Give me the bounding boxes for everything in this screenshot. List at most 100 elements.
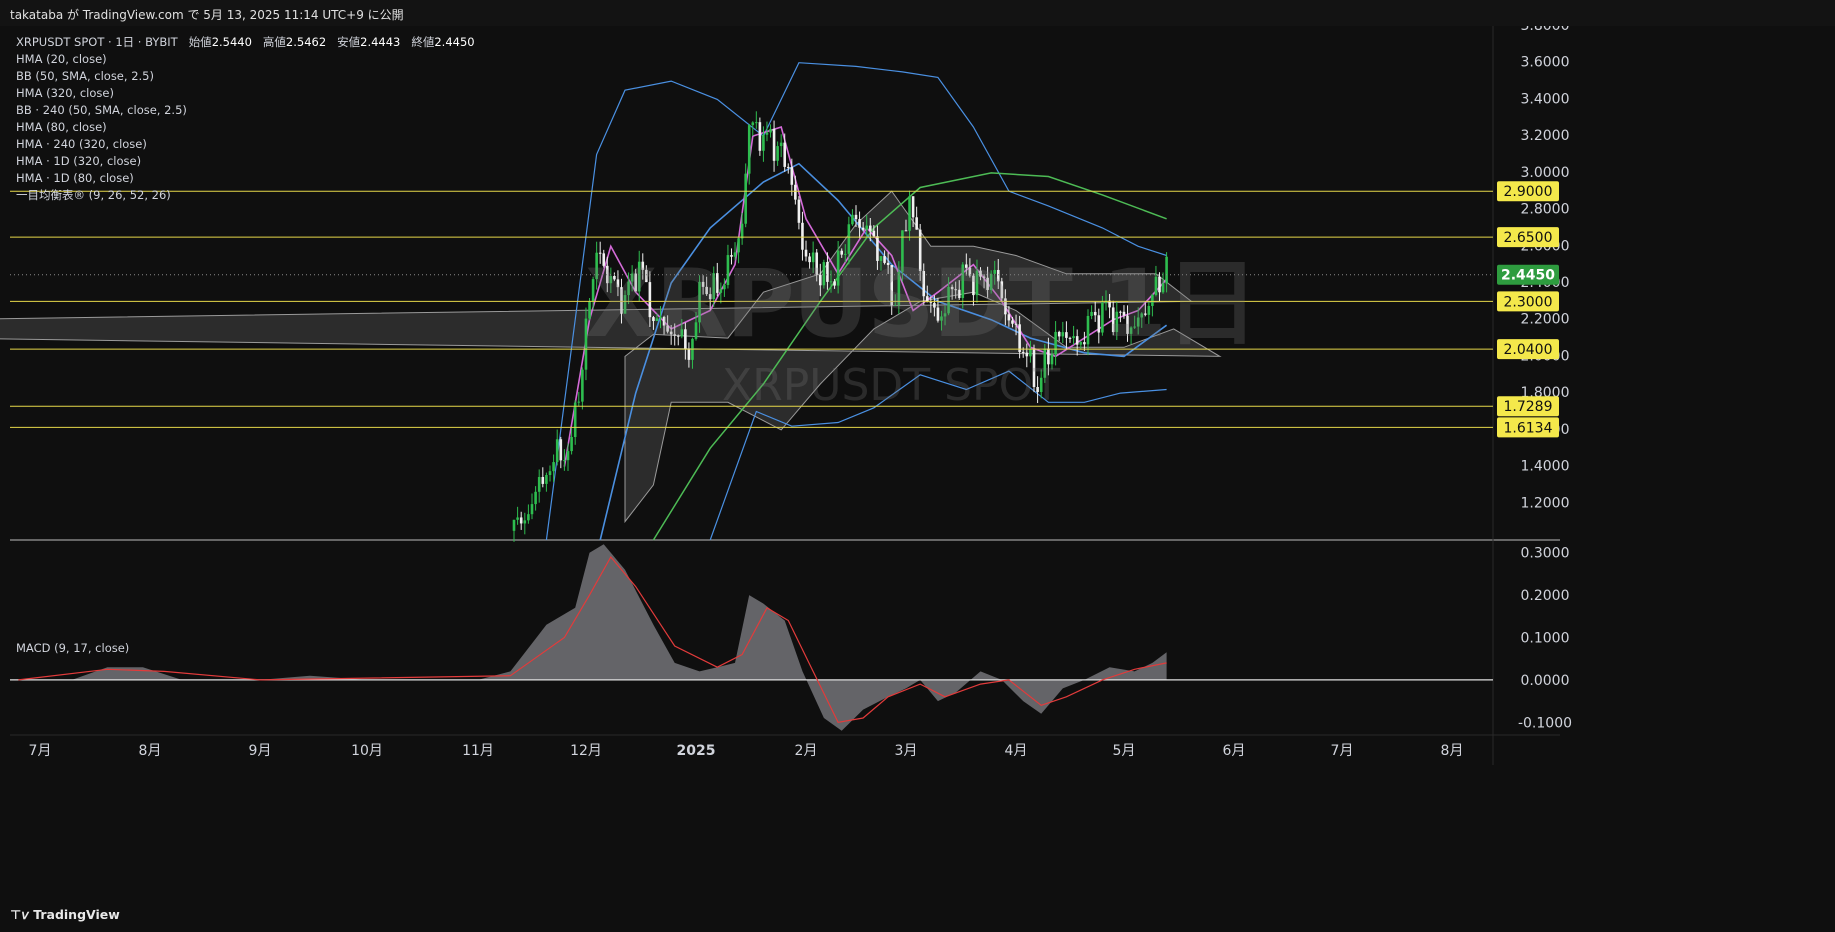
candle-body — [772, 128, 776, 161]
candle-body — [858, 219, 861, 228]
candle-body — [555, 439, 559, 463]
tradingview-logo-icon: ⊤𝘷 — [10, 907, 34, 922]
candle-body — [566, 451, 570, 461]
candle-body — [527, 514, 530, 521]
time-tick-label: 2025 — [677, 743, 716, 759]
candle-body — [790, 167, 794, 185]
candle-body — [794, 184, 797, 200]
macd-tick-label: 0.0000 — [1521, 673, 1570, 689]
legend-close-value: 2.4450 — [434, 35, 475, 49]
price-tick-label: 3.6000 — [1521, 55, 1570, 71]
current-price-label: 2.4450 — [1501, 268, 1555, 284]
price-tick-label: 1.2000 — [1521, 495, 1570, 511]
tradingview-brand: TradingView — [33, 907, 120, 922]
price-tick-label: 3.0000 — [1521, 165, 1570, 181]
candle-body — [570, 437, 573, 452]
candle-body — [797, 199, 801, 223]
macd-tick-label: 0.3000 — [1521, 546, 1570, 562]
candle-body — [573, 402, 577, 438]
symbol-watermark: XRPUSDT 1日 — [585, 250, 1259, 359]
macd-tick-label: -0.1000 — [1518, 715, 1572, 731]
candle-body — [559, 439, 563, 461]
candle-body — [516, 517, 519, 520]
time-tick-label: 7月 — [1331, 743, 1354, 759]
time-tick-label: 3月 — [895, 743, 918, 759]
indicator-bb-240[interactable]: BB · 240 (50, SMA, close, 2.5) — [16, 102, 475, 119]
price-tick-label: 2.8000 — [1521, 202, 1570, 218]
price-tick-label: 1.4000 — [1521, 459, 1570, 475]
candle-body — [911, 196, 915, 218]
time-tick-label: 9月 — [249, 743, 272, 759]
candle-body — [537, 477, 541, 492]
price-tick-label: 3.4000 — [1521, 91, 1570, 107]
time-tick-label: 8月 — [139, 743, 162, 759]
indicator-bb[interactable]: BB (50, SMA, close, 2.5) — [16, 68, 475, 85]
level-label: 1.7289 — [1504, 399, 1553, 415]
legend-low-value: 2.4443 — [360, 35, 401, 49]
candle-body — [762, 134, 765, 151]
level-label: 2.6500 — [1504, 230, 1553, 246]
candle-body — [908, 196, 911, 231]
indicator-hma320[interactable]: HMA (320, close) — [16, 85, 475, 102]
footer: ⊤𝘷 TradingView — [0, 898, 1835, 932]
candle-body — [779, 142, 783, 147]
indicator-hma-1d-80[interactable]: HMA · 1D (80, close) — [16, 170, 475, 187]
indicator-hma80[interactable]: HMA (80, close) — [16, 119, 475, 136]
candle-body — [512, 519, 516, 531]
candle-body — [577, 401, 581, 403]
chart-legend: XRPUSDT SPOT · 1日 · BYBIT 始値2.5440 高値2.5… — [16, 34, 475, 204]
legend-low-label: 安値 — [337, 35, 361, 49]
time-tick-label: 8月 — [1441, 743, 1464, 759]
time-tick-label: 6月 — [1223, 743, 1246, 759]
candle-body — [758, 122, 762, 151]
indicator-hma-240-320[interactable]: HMA · 240 (320, close) — [16, 136, 475, 153]
time-tick-label: 4月 — [1005, 743, 1028, 759]
candle-body — [765, 132, 769, 135]
candle-body — [747, 125, 751, 174]
candle-body — [523, 520, 527, 524]
candle-body — [783, 142, 787, 167]
price-tick-label: 2.2000 — [1521, 312, 1570, 328]
candle-body — [563, 460, 566, 462]
price-tick-label: 3.2000 — [1521, 128, 1570, 144]
legend-open-label: 始値 — [188, 35, 212, 49]
legend-symbol-row: XRPUSDT SPOT · 1日 · BYBIT 始値2.5440 高値2.5… — [16, 34, 475, 51]
macd-legend[interactable]: MACD (9, 17, close) — [16, 641, 129, 655]
candle-body — [534, 491, 537, 505]
time-tick-label: 5月 — [1113, 743, 1136, 759]
candle-body — [548, 471, 552, 475]
level-label: 2.9000 — [1504, 184, 1553, 200]
candle-body — [851, 214, 854, 225]
legend-symbol: XRPUSDT SPOT · 1日 · BYBIT — [16, 35, 178, 49]
time-tick-label: 7月 — [29, 743, 52, 759]
candle-body — [786, 166, 790, 168]
time-tick-label: 10月 — [351, 743, 383, 759]
candle-body — [776, 146, 779, 161]
legend-high-value: 2.5462 — [285, 35, 327, 49]
publish-text: takataba が TradingView.com で 5月 13, 2025… — [10, 8, 404, 22]
indicator-hma-1d-320[interactable]: HMA · 1D (320, close) — [16, 153, 475, 170]
legend-high-label: 高値 — [262, 35, 286, 49]
candle-body — [581, 369, 584, 402]
candle-body — [744, 173, 747, 224]
tradingview-logo: ⊤𝘷 TradingView — [10, 907, 120, 922]
candle-body — [519, 517, 523, 524]
macd-tick-label: 0.2000 — [1521, 588, 1570, 604]
price-tick-label: 3.8000 — [1521, 26, 1570, 34]
macd-tick-label: 0.1000 — [1521, 631, 1570, 647]
level-label: 2.0400 — [1504, 342, 1553, 358]
time-tick-label: 2月 — [795, 743, 818, 759]
candle-body — [769, 128, 772, 133]
candle-body — [755, 122, 758, 124]
legend-close-label: 終値 — [411, 35, 435, 49]
candle-body — [541, 477, 545, 484]
indicator-hma20[interactable]: HMA (20, close) — [16, 51, 475, 68]
level-label: 2.3000 — [1504, 294, 1553, 310]
indicator-ichimoku[interactable]: 一目均衡表® (9, 26, 52, 26) — [16, 187, 475, 204]
level-label: 1.6134 — [1504, 420, 1553, 436]
time-tick-label: 11月 — [462, 743, 494, 759]
candle-body — [530, 504, 534, 515]
time-tick-label: 12月 — [570, 743, 602, 759]
candle-body — [552, 462, 555, 472]
candle-body — [545, 474, 548, 484]
